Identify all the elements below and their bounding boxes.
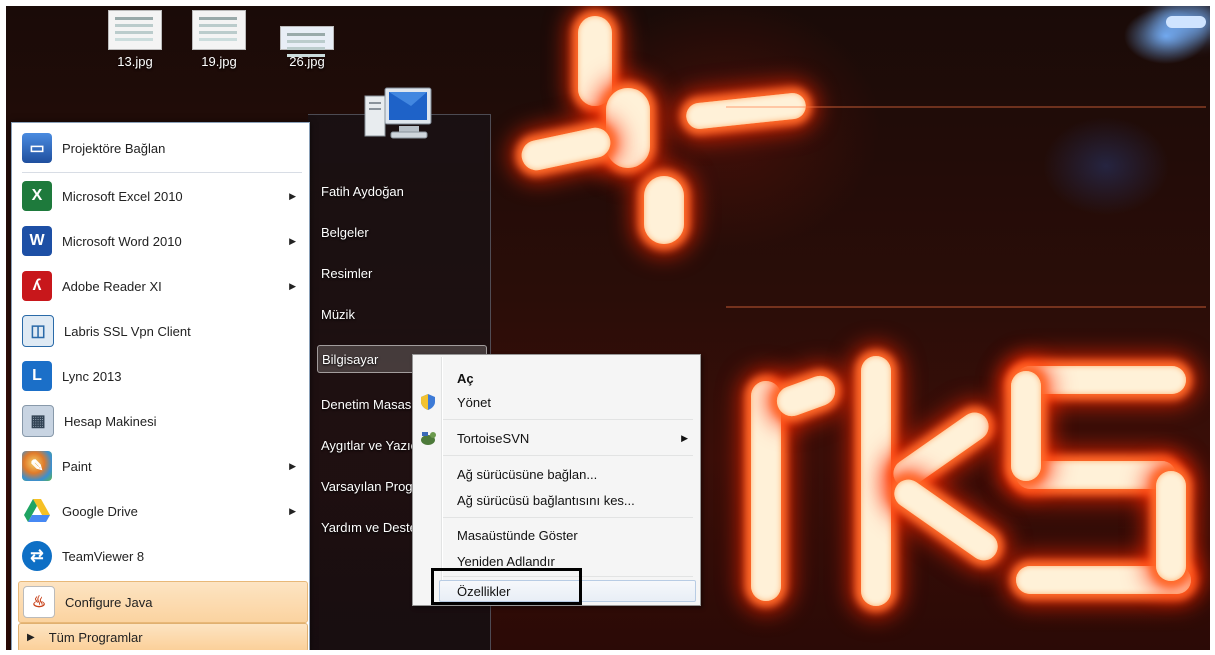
start-item-paint[interactable]: ✎ Paint ▶ bbox=[18, 446, 306, 486]
excel-icon: X bbox=[22, 181, 52, 211]
vpn-icon: ◫ bbox=[22, 315, 54, 347]
separator bbox=[443, 455, 693, 456]
start-item-google-drive[interactable]: Google Drive ▶ bbox=[18, 491, 306, 531]
separator bbox=[22, 172, 302, 173]
wallpaper-neon bbox=[644, 176, 684, 244]
wallpaper-neon bbox=[606, 88, 650, 168]
start-item-word[interactable]: W Microsoft Word 2010 ▶ bbox=[18, 221, 306, 261]
context-item-show-on-desktop[interactable]: Masaüstünde Göster bbox=[443, 524, 698, 546]
projector-icon: ▭ bbox=[22, 133, 52, 163]
adobe-reader-icon: ʎ bbox=[22, 271, 52, 301]
start-item-teamviewer[interactable]: ⇄ TeamViewer 8 bbox=[18, 536, 306, 576]
start-menu-left-pane: ▭ Projektöre Bağlan X Microsoft Excel 20… bbox=[11, 122, 310, 650]
desktop-file-icon[interactable]: 26.jpg bbox=[272, 10, 342, 69]
image-thumbnail-icon bbox=[108, 10, 162, 50]
wallpaper-neon bbox=[518, 124, 614, 174]
context-item-tortoisesvn[interactable]: TortoiseSVN ▶ bbox=[443, 427, 698, 449]
start-right-item-music[interactable]: Müzik bbox=[321, 300, 485, 328]
context-item-manage[interactable]: Yönet bbox=[443, 391, 698, 413]
image-thumbnail-icon bbox=[280, 26, 334, 50]
wallpaper-neon bbox=[1156, 471, 1186, 581]
calculator-icon: ▦ bbox=[22, 405, 54, 437]
wallpaper-neon bbox=[578, 16, 612, 106]
context-item-disconnect-network-drive[interactable]: Ağ sürücüsü bağlantısını kes... bbox=[443, 489, 698, 511]
desktop-file-label: 19.jpg bbox=[201, 54, 237, 69]
desktop-file-icon[interactable]: 19.jpg bbox=[184, 10, 254, 69]
computer-icon bbox=[364, 87, 432, 139]
expand-arrow-icon: ▶ bbox=[27, 632, 35, 643]
wallpaper-neon bbox=[751, 381, 781, 601]
wallpaper-neon bbox=[1166, 16, 1206, 28]
annotation-highlight-box bbox=[431, 568, 582, 605]
image-thumbnail-icon bbox=[192, 10, 246, 50]
desktop: 13.jpg 19.jpg 26.jpg Fatih Aydoğan Belge… bbox=[6, 6, 1210, 650]
start-item-vpn[interactable]: ◫ Labris SSL Vpn Client bbox=[18, 311, 306, 351]
submenu-arrow-icon: ▶ bbox=[289, 280, 296, 291]
desktop-file-label: 13.jpg bbox=[117, 54, 153, 69]
wallpaper-neon bbox=[1016, 366, 1186, 394]
wallpaper-line bbox=[726, 106, 1206, 108]
paint-icon: ✎ bbox=[22, 451, 52, 481]
desktop-file-label: 26.jpg bbox=[289, 54, 325, 69]
teamviewer-icon: ⇄ bbox=[22, 541, 52, 571]
google-drive-icon bbox=[22, 496, 52, 526]
java-icon: ♨ bbox=[23, 586, 55, 618]
all-programs-button[interactable]: ▶ Tüm Programlar bbox=[18, 623, 308, 650]
desktop-file-icon[interactable]: 13.jpg bbox=[100, 10, 170, 69]
wallpaper-neon bbox=[772, 371, 840, 421]
submenu-arrow-icon: ▶ bbox=[289, 190, 296, 201]
start-item-excel[interactable]: X Microsoft Excel 2010 ▶ bbox=[18, 176, 306, 216]
tortoisesvn-icon bbox=[421, 432, 436, 445]
start-item-calculator[interactable]: ▦ Hesap Makinesi bbox=[18, 401, 306, 441]
word-icon: W bbox=[22, 226, 52, 256]
start-item-projector[interactable]: ▭ Projektöre Bağlan bbox=[18, 128, 306, 168]
separator bbox=[443, 419, 693, 420]
start-item-configure-java[interactable]: ♨ Configure Java bbox=[18, 581, 308, 623]
context-item-open[interactable]: Aç bbox=[443, 367, 698, 389]
lync-icon: L bbox=[22, 361, 52, 391]
wallpaper-neon bbox=[861, 356, 891, 606]
start-item-adobe-reader[interactable]: ʎ Adobe Reader XI ▶ bbox=[18, 266, 306, 306]
start-right-item-documents[interactable]: Belgeler bbox=[321, 218, 485, 246]
shield-icon bbox=[421, 394, 435, 410]
wallpaper-line bbox=[726, 306, 1206, 308]
submenu-arrow-icon: ▶ bbox=[289, 235, 296, 246]
submenu-arrow-icon: ▶ bbox=[289, 505, 296, 516]
wallpaper-neon bbox=[684, 91, 808, 131]
wallpaper-neon bbox=[1011, 371, 1041, 481]
start-right-item-user[interactable]: Fatih Aydoğan bbox=[321, 177, 485, 205]
start-right-item-pictures[interactable]: Resimler bbox=[321, 259, 485, 287]
separator bbox=[443, 517, 693, 518]
context-item-map-network-drive[interactable]: Ağ sürücüsüne bağlan... bbox=[443, 463, 698, 485]
submenu-arrow-icon: ▶ bbox=[681, 432, 688, 443]
submenu-arrow-icon: ▶ bbox=[289, 460, 296, 471]
start-item-lync[interactable]: L Lync 2013 bbox=[18, 356, 306, 396]
wallpaper-neon bbox=[888, 474, 1004, 566]
